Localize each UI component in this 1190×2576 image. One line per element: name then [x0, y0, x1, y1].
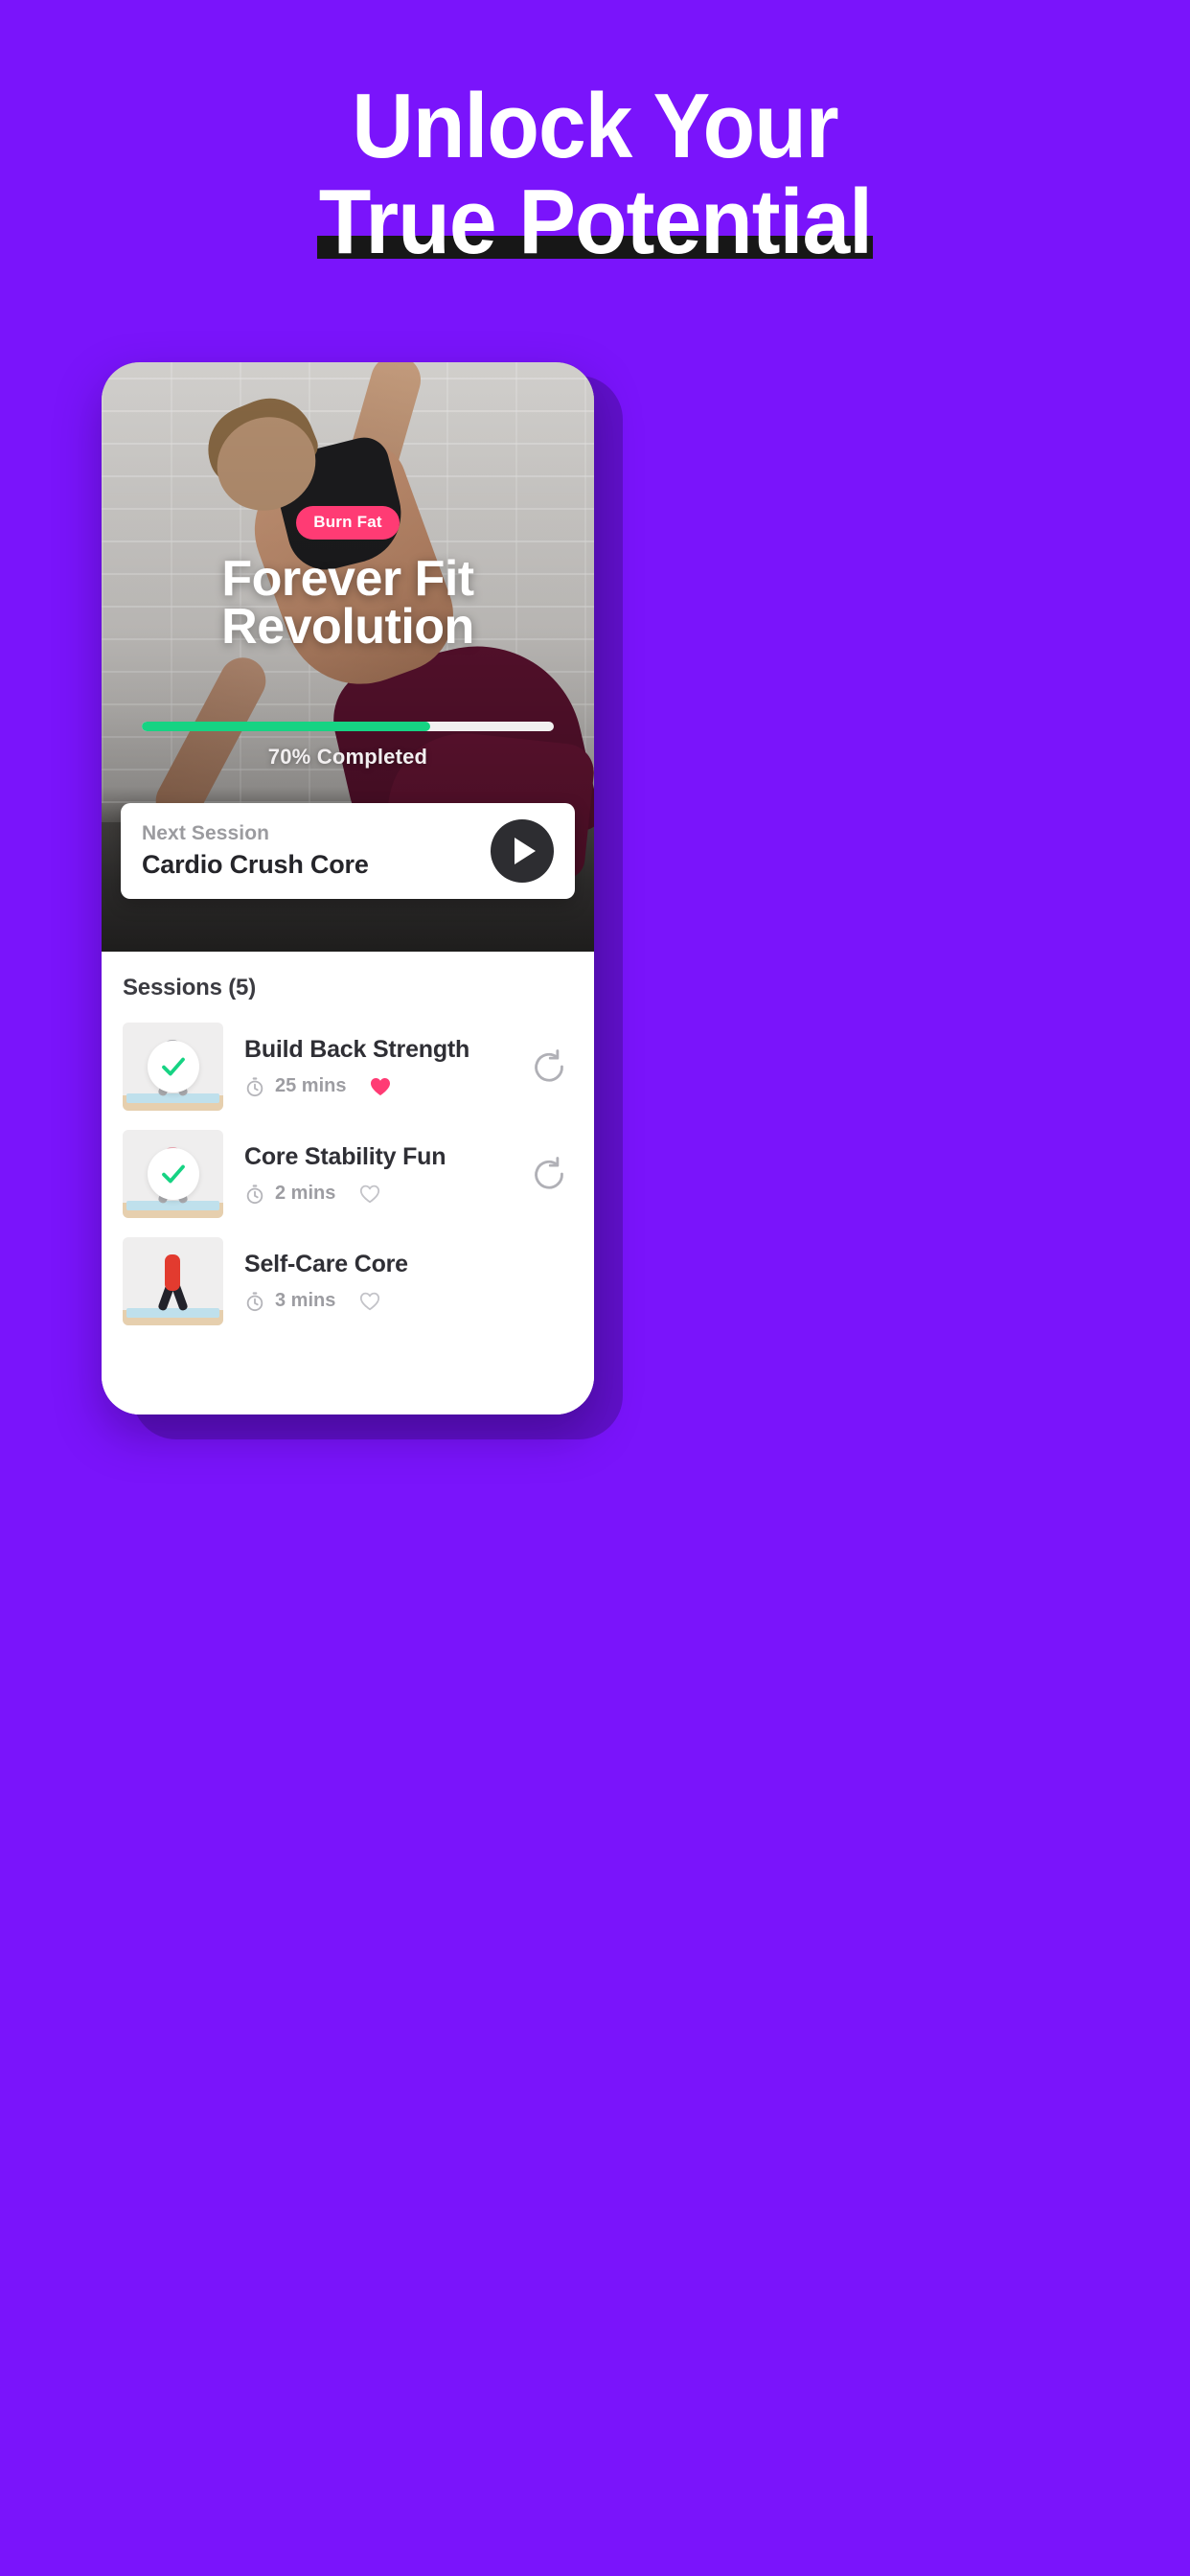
promo-headline: Unlock Your True Potential: [0, 75, 1190, 273]
stopwatch-icon: [246, 1184, 263, 1204]
session-row[interactable]: Self-Care Core 3 mins: [123, 1228, 573, 1335]
phone-screen: Burn Fat Forever Fit Revolution 70% Comp…: [102, 362, 594, 1414]
sessions-heading: Sessions (5): [123, 975, 256, 1000]
session-meta: Self-Care Core 3 mins: [223, 1251, 573, 1312]
hero-title-line-1: Forever Fit: [221, 551, 474, 607]
session-thumbnail: [123, 1023, 223, 1111]
thumb-mat: [126, 1201, 219, 1210]
headline-line-2-wrapper: True Potential: [292, 171, 899, 273]
next-session-title: Cardio Crush Core: [142, 850, 369, 879]
session-name: Self-Care Core: [244, 1251, 408, 1277]
check-icon: [161, 1057, 185, 1076]
session-duration: 2 mins: [275, 1183, 336, 1204]
play-icon: [515, 838, 536, 864]
heart-outline-icon[interactable]: [358, 1291, 381, 1312]
heart-outline-icon[interactable]: [358, 1184, 381, 1205]
stopwatch-icon: [246, 1076, 263, 1096]
session-row[interactable]: Core Stability Fun 2 mins: [123, 1120, 573, 1228]
session-subline: 2 mins: [244, 1183, 531, 1205]
session-subline: 25 mins: [244, 1075, 531, 1097]
next-session-label: Next Session: [142, 822, 270, 844]
restart-icon[interactable]: [531, 1156, 567, 1192]
session-duration: 3 mins: [275, 1290, 336, 1311]
play-button[interactable]: [491, 819, 554, 883]
completed-check-badge: [147, 1041, 199, 1092]
thumb-mat: [126, 1093, 219, 1103]
session-thumbnail: [123, 1130, 223, 1218]
hero-title-line-2: Revolution: [221, 599, 474, 655]
next-session-card[interactable]: Next Session Cardio Crush Core: [121, 803, 575, 899]
thumb-mat: [126, 1308, 219, 1318]
session-thumbnail: [123, 1237, 223, 1325]
session-meta: Build Back Strength 25 mins: [223, 1036, 531, 1097]
burn-fat-badge: Burn Fat: [296, 506, 400, 540]
sessions-panel: Sessions (5) Build Back Strength 25 mins…: [102, 952, 594, 1414]
session-row[interactable]: Build Back Strength 25 mins: [123, 1013, 573, 1120]
headline-line-1: Unlock Your: [352, 75, 838, 177]
session-name: Build Back Strength: [244, 1036, 470, 1063]
progress-track[interactable]: [142, 722, 554, 731]
thumb-pose-torso: [165, 1254, 180, 1291]
heart-filled-icon[interactable]: [369, 1076, 392, 1097]
headline-line-2: True Potential: [318, 171, 872, 273]
next-session-text: Next Session Cardio Crush Core: [142, 822, 491, 880]
session-name: Core Stability Fun: [244, 1143, 446, 1170]
restart-icon[interactable]: [531, 1048, 567, 1085]
completed-check-badge: [147, 1148, 199, 1200]
session-meta: Core Stability Fun 2 mins: [223, 1143, 531, 1205]
progress-label: 70% Completed: [267, 745, 428, 769]
hero-title: Forever Fit Revolution: [102, 551, 594, 655]
stopwatch-icon: [246, 1291, 263, 1311]
check-icon: [161, 1164, 185, 1184]
session-duration: 25 mins: [275, 1075, 347, 1096]
progress-section: 70% Completed: [142, 722, 554, 770]
hero-section: Burn Fat Forever Fit Revolution 70% Comp…: [102, 362, 594, 952]
session-subline: 3 mins: [244, 1290, 573, 1312]
progress-fill: [142, 722, 430, 731]
hero-content: Burn Fat Forever Fit Revolution: [102, 506, 594, 655]
